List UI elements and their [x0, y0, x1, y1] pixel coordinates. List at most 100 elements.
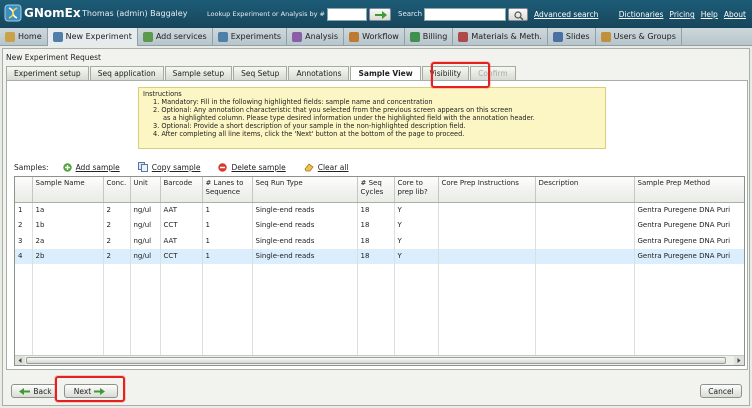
- table-cell[interactable]: 1: [202, 202, 253, 218]
- search-input[interactable]: [424, 8, 506, 21]
- table-cell[interactable]: 2a: [32, 233, 104, 249]
- table-cell[interactable]: Y: [394, 217, 439, 233]
- nav-item-workflow[interactable]: Workflow: [344, 27, 405, 46]
- delete-sample-button[interactable]: Delete sample: [218, 163, 286, 172]
- back-button[interactable]: Back: [11, 384, 57, 398]
- table-cell[interactable]: ng/ul: [130, 202, 161, 218]
- nav-item-materials-meth[interactable]: Materials & Meth.: [453, 27, 548, 46]
- search-button[interactable]: [508, 8, 528, 21]
- column-header[interactable]: Conc.: [103, 177, 131, 203]
- column-header[interactable]: Sample Prep Method: [634, 177, 744, 203]
- table-cell[interactable]: [535, 217, 635, 233]
- scrollbar-thumb[interactable]: [26, 357, 726, 364]
- table-cell[interactable]: ng/ul: [130, 233, 161, 249]
- help-link[interactable]: Help: [701, 10, 718, 19]
- table-cell[interactable]: [438, 233, 536, 249]
- scroll-right-arrow-icon[interactable]: [734, 356, 744, 365]
- nav-item-slides[interactable]: Slides: [548, 27, 596, 46]
- table-cell[interactable]: ng/ul: [130, 248, 161, 264]
- table-cell[interactable]: 2: [103, 248, 131, 264]
- column-header[interactable]: # Seq Cycles: [357, 177, 395, 203]
- nav-item-experiments[interactable]: Experiments: [213, 27, 288, 46]
- horizontal-scrollbar[interactable]: [15, 355, 744, 365]
- next-button[interactable]: Next: [64, 384, 118, 398]
- lookup-go-button[interactable]: [369, 8, 391, 21]
- scroll-left-arrow-icon[interactable]: [15, 356, 25, 365]
- about-link[interactable]: About: [724, 10, 746, 19]
- table-cell[interactable]: 1a: [32, 202, 104, 218]
- table-row[interactable]: 4 2b 2 ng/ul CCT 1 Single-end reads 18 Y Gentra P…: [15, 248, 744, 264]
- table-cell[interactable]: Single-end reads: [252, 202, 358, 218]
- table-cell[interactable]: 1: [202, 217, 253, 233]
- nav-item-analysis[interactable]: Analysis: [287, 27, 345, 46]
- table-cell[interactable]: 1: [202, 248, 253, 264]
- column-header[interactable]: Sample Name: [32, 177, 104, 203]
- table-cell[interactable]: 18: [357, 202, 395, 218]
- nav-item-home[interactable]: Home: [0, 27, 48, 46]
- slides-icon: [552, 31, 563, 42]
- tab-experiment-setup[interactable]: Experiment setup: [6, 66, 89, 80]
- tab-annotations[interactable]: Annotations: [288, 66, 350, 80]
- column-header[interactable]: # Lanes to Sequence: [202, 177, 253, 203]
- tab-sample-setup[interactable]: Sample setup: [164, 66, 233, 80]
- table-cell[interactable]: [438, 248, 536, 264]
- table-cell[interactable]: Single-end reads: [252, 217, 358, 233]
- table-row[interactable]: 2 1b 2 ng/ul CCT 1 Single-end reads 18 Y Gentra P…: [15, 217, 744, 233]
- table-cell[interactable]: CCT: [160, 217, 203, 233]
- table-cell[interactable]: [438, 217, 536, 233]
- table-cell[interactable]: [535, 248, 635, 264]
- table-cell[interactable]: 18: [357, 217, 395, 233]
- column-header[interactable]: Description: [535, 177, 635, 203]
- table-cell[interactable]: Y: [394, 202, 439, 218]
- clear-all-button[interactable]: Clear all: [304, 163, 349, 172]
- table-cell[interactable]: 18: [357, 233, 395, 249]
- lookup-input[interactable]: [327, 8, 367, 21]
- table-cell[interactable]: 2: [103, 202, 131, 218]
- table-cell[interactable]: CCT: [160, 248, 203, 264]
- table-cell[interactable]: [438, 202, 536, 218]
- table-cell[interactable]: Gentra Puregene DNA Puri: [634, 217, 744, 233]
- tab-sample-view[interactable]: Sample View: [350, 66, 421, 80]
- table-cell[interactable]: AAT: [160, 233, 203, 249]
- nav-item-add-services[interactable]: Add services: [138, 27, 213, 46]
- table-cell: [357, 279, 395, 295]
- table-cell[interactable]: Single-end reads: [252, 233, 358, 249]
- nav-item-users-groups[interactable]: Users & Groups: [596, 27, 682, 46]
- column-header[interactable]: Unit: [130, 177, 161, 203]
- table-cell[interactable]: 1: [202, 233, 253, 249]
- table-cell[interactable]: 2: [103, 217, 131, 233]
- nav-item-billing[interactable]: Billing: [405, 27, 454, 46]
- table-cell[interactable]: Gentra Puregene DNA Puri: [634, 233, 744, 249]
- copy-sample-button[interactable]: Copy sample: [137, 162, 200, 172]
- column-header[interactable]: Core Prep Instructions: [438, 177, 536, 203]
- tab-seq-setup[interactable]: Seq Setup: [233, 66, 288, 80]
- table-cell[interactable]: AAT: [160, 202, 203, 218]
- instruction-line: 2. Optional: Any annotation characterist…: [153, 106, 513, 114]
- nav-item-new-experiment[interactable]: New Experiment: [47, 27, 138, 46]
- table-cell[interactable]: Single-end reads: [252, 248, 358, 264]
- column-header[interactable]: Core to prep lib?: [394, 177, 439, 203]
- advanced-search-link[interactable]: Advanced search: [534, 10, 598, 19]
- table-cell[interactable]: ng/ul: [130, 217, 161, 233]
- table-cell[interactable]: 1b: [32, 217, 104, 233]
- column-header[interactable]: [15, 177, 33, 203]
- column-header[interactable]: Seq Run Type: [252, 177, 358, 203]
- table-cell[interactable]: 18: [357, 248, 395, 264]
- pricing-link[interactable]: Pricing: [669, 10, 694, 19]
- column-header[interactable]: Barcode: [160, 177, 203, 203]
- table-cell[interactable]: [535, 233, 635, 249]
- table-cell[interactable]: Y: [394, 233, 439, 249]
- dictionaries-link[interactable]: Dictionaries: [619, 10, 664, 19]
- table-cell[interactable]: 2b: [32, 248, 104, 264]
- tab-seq-application[interactable]: Seq application: [89, 66, 164, 80]
- table-row[interactable]: 1 1a 2 ng/ul AAT 1 Single-end reads 18 Y Gentra P…: [15, 202, 744, 218]
- table-cell[interactable]: 2: [103, 233, 131, 249]
- table-row[interactable]: 3 2a 2 ng/ul AAT 1 Single-end reads 18 Y Gentra P…: [15, 233, 744, 249]
- table-cell[interactable]: [535, 202, 635, 218]
- tab-visibility[interactable]: Visibility: [421, 66, 470, 80]
- add-sample-button[interactable]: Add sample: [62, 163, 120, 172]
- cancel-button[interactable]: Cancel: [700, 384, 742, 398]
- table-cell[interactable]: Y: [394, 248, 439, 264]
- table-cell[interactable]: Gentra Puregene DNA Puri: [634, 202, 744, 218]
- table-cell[interactable]: Gentra Puregene DNA Puri: [634, 248, 744, 264]
